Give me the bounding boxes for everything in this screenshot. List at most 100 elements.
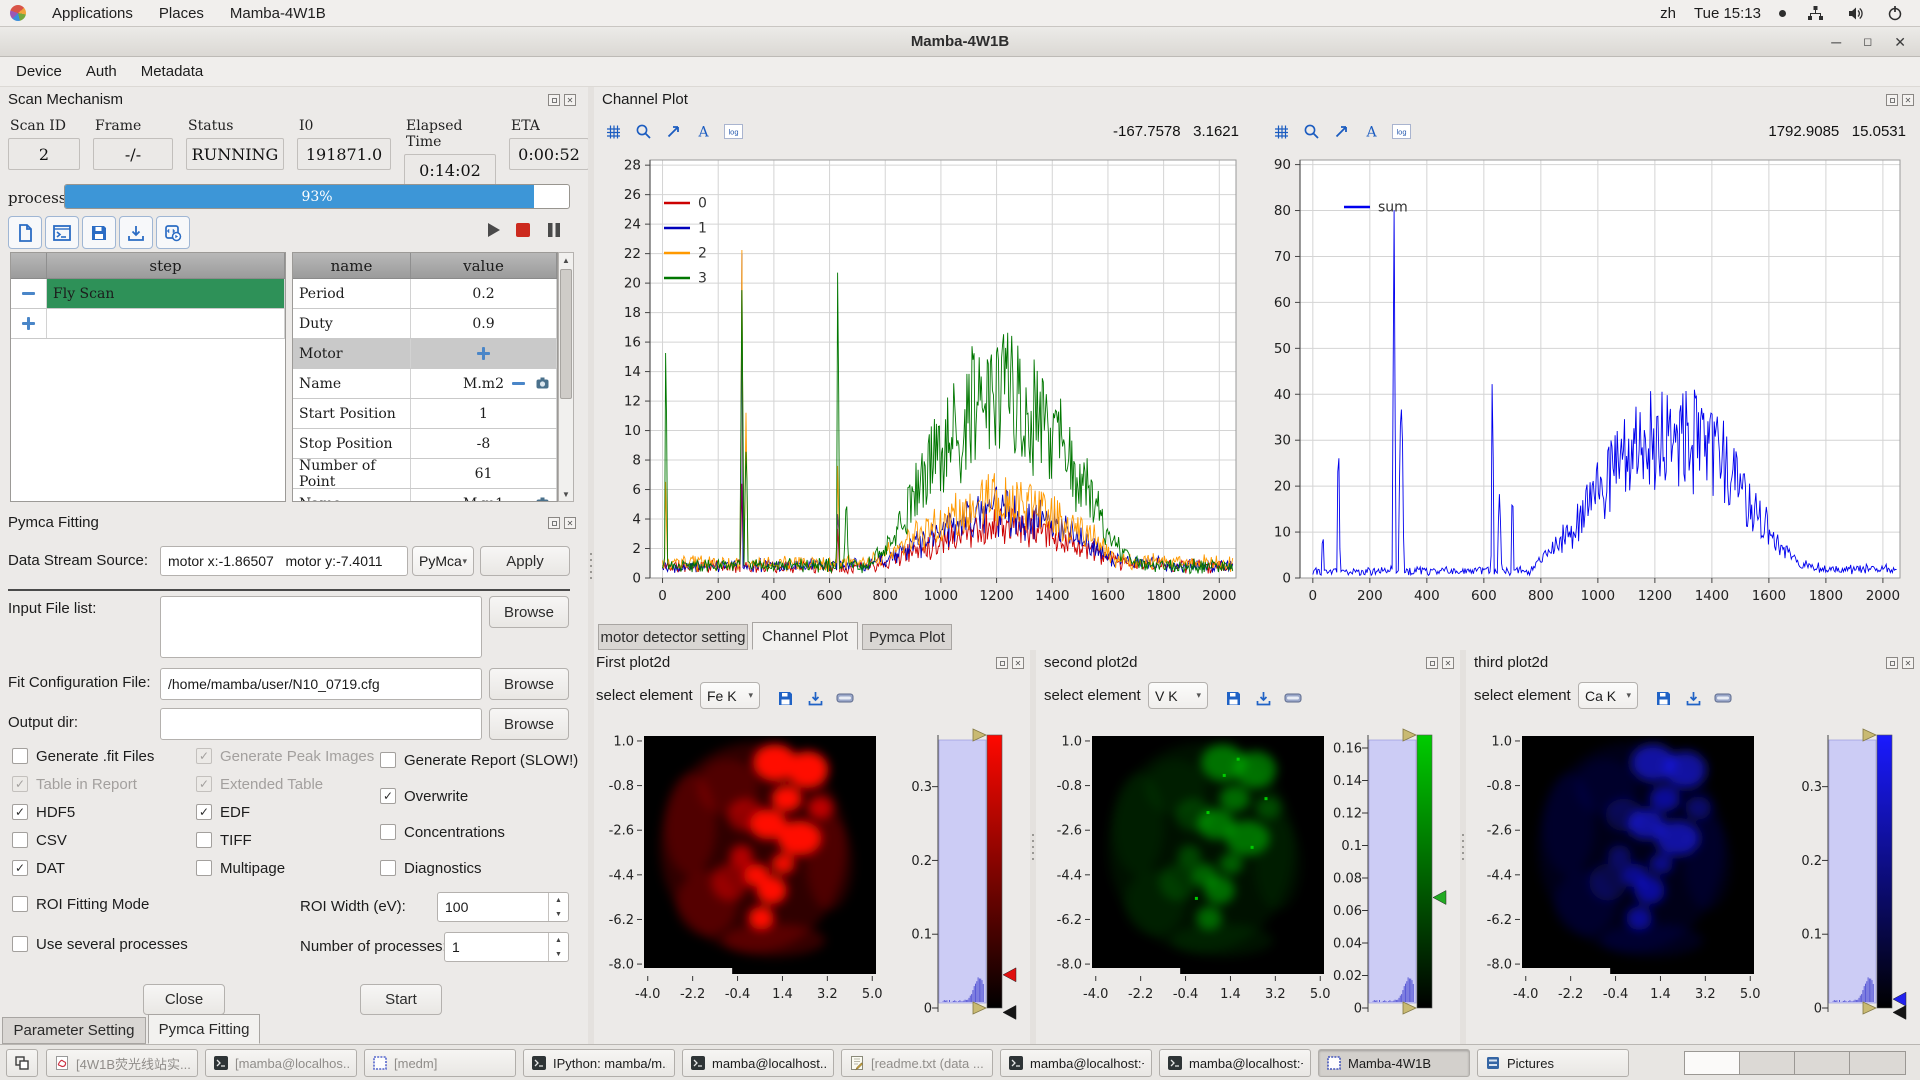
param-value-cell[interactable]: 0.9	[411, 309, 557, 338]
element-select[interactable]: V K▾	[1148, 682, 1208, 709]
roi-fitting-mode-checkbox[interactable]: ROI Fitting Mode	[12, 894, 149, 914]
taskbar-item-6[interactable]: mamba@localhost:~	[1000, 1049, 1152, 1077]
scroll-down-icon[interactable]: ▼	[559, 487, 573, 501]
param-value-cell[interactable]: 0.2	[411, 279, 557, 308]
network-icon[interactable]	[1804, 2, 1826, 24]
taskbar-item-3[interactable]: IPython: mamba/m...	[523, 1049, 675, 1077]
scrollbar-thumb[interactable]	[560, 269, 572, 399]
taskbar-item-7[interactable]: mamba@localhost:~	[1159, 1049, 1311, 1077]
tab-parameter-setting[interactable]: Parameter Setting	[2, 1017, 146, 1044]
taskbar-item-8[interactable]: Mamba-4W1B	[1318, 1049, 1470, 1077]
close-button[interactable]: ✕	[1894, 35, 1906, 49]
close-panel-button[interactable]: ✕	[1902, 94, 1914, 106]
workspace-1[interactable]	[1685, 1052, 1740, 1074]
fit-config-input[interactable]	[160, 668, 482, 700]
step-name-cell[interactable]: Fly Scan	[47, 279, 285, 308]
float-panel-button[interactable]	[996, 657, 1008, 669]
close-panel-button[interactable]: ✕	[1442, 657, 1454, 669]
checkbox-multipage[interactable]: Multipage	[196, 858, 285, 878]
param-row[interactable]: Number of Point61	[293, 459, 557, 489]
step-row[interactable]: Fly Scan	[11, 279, 285, 309]
param-row[interactable]: Duty0.9	[293, 309, 557, 339]
close-panel-button[interactable]: ✕	[1902, 657, 1914, 669]
zoom-button[interactable]	[1300, 120, 1322, 142]
float-panel-button[interactable]	[1426, 657, 1438, 669]
param-row[interactable]: Start Position1	[293, 399, 557, 429]
menu-auth[interactable]: Auth	[76, 59, 127, 84]
menu-metadata[interactable]: Metadata	[131, 59, 214, 84]
taskbar-item-2[interactable]: [medm]	[364, 1049, 516, 1077]
plot2d-body[interactable]: 1.0-0.8-2.6-4.4-6.2-8.0-4.0-2.2-0.41.43.…	[588, 716, 1030, 1044]
applications-menu[interactable]: Applications	[52, 5, 133, 22]
start-fitting-button[interactable]: Start	[360, 984, 442, 1015]
menu-device[interactable]: Device	[6, 59, 72, 84]
param-row[interactable]: Period0.2	[293, 279, 557, 309]
autoscale-button[interactable]: A	[692, 120, 714, 142]
scroll-up-icon[interactable]: ▲	[559, 253, 573, 267]
plot2d-body[interactable]: 1.0-0.8-2.6-4.4-6.2-8.0-4.0-2.2-0.41.43.…	[1466, 716, 1920, 1044]
param-row[interactable]: NameM.m1	[293, 489, 557, 502]
workspace-3[interactable]	[1795, 1052, 1850, 1074]
zoom-button[interactable]	[632, 120, 654, 142]
window-title-bar[interactable]: Mamba-4W1B ─ ◻ ✕	[0, 27, 1920, 57]
spin-up-icon[interactable]: ▲	[549, 893, 568, 907]
taskbar-item-5[interactable]: [readme.txt (data ...	[841, 1049, 993, 1077]
checkbox-overwrite[interactable]: ✓Overwrite	[380, 786, 468, 806]
checkbox-tiff[interactable]: TIFF	[196, 830, 252, 850]
tab-pymca-fitting[interactable]: Pymca Fitting	[148, 1014, 260, 1044]
places-menu[interactable]: Places	[159, 5, 204, 22]
param-table-scrollbar[interactable]: ▲ ▼	[558, 252, 574, 502]
param-value-cell[interactable]: M.m2	[411, 369, 557, 398]
stop-button[interactable]	[512, 219, 534, 241]
minimize-button[interactable]: ─	[1831, 35, 1841, 49]
data-stream-input[interactable]	[160, 546, 408, 576]
clock[interactable]: Tue 15:13	[1694, 5, 1761, 22]
plot2d-splitter[interactable]	[1460, 650, 1466, 1044]
browse-fit-config-button[interactable]: Browse	[489, 668, 569, 700]
volume-icon[interactable]	[1844, 2, 1866, 24]
applications-menu-icon[interactable]	[10, 5, 26, 21]
param-value-cell[interactable]: 61	[411, 459, 557, 488]
spin-up-icon[interactable]: ▲	[549, 933, 568, 947]
param-value-cell[interactable]: 1	[411, 399, 557, 428]
checkbox-generate-fit-files[interactable]: Generate .fit Files	[12, 746, 154, 766]
close-panel-button[interactable]: ✕	[564, 94, 576, 106]
num-processes-spinner[interactable]: ▲▼	[444, 932, 569, 962]
play-button[interactable]	[482, 219, 504, 241]
apply-button[interactable]: Apply	[480, 546, 570, 576]
channel-plot-left[interactable]: 0200400600800100012001400160018002000024…	[596, 150, 1252, 622]
import-button[interactable]	[119, 216, 153, 249]
add-motor-icon[interactable]	[477, 347, 490, 360]
colormap-button[interactable]	[1282, 687, 1304, 709]
float-panel-button[interactable]	[1886, 657, 1898, 669]
grid-toggle-button[interactable]	[1270, 120, 1292, 142]
engine-select[interactable]: PyMca▾	[412, 546, 474, 576]
taskbar-item-1[interactable]: [mamba@localhos...	[205, 1049, 357, 1077]
param-row[interactable]: Stop Position-8	[293, 429, 557, 459]
roi-width-spinner[interactable]: ▲▼	[437, 892, 569, 922]
pause-button[interactable]	[543, 219, 565, 241]
close-panel-button[interactable]: ✕	[1012, 657, 1024, 669]
console-button[interactable]	[45, 216, 79, 249]
workspace-4[interactable]	[1850, 1052, 1905, 1074]
element-select[interactable]: Ca K▾	[1578, 682, 1638, 709]
close-panel-button[interactable]: ✕	[564, 517, 576, 529]
plot2d-body[interactable]: 1.0-0.8-2.6-4.4-6.2-8.0-4.0-2.2-0.41.43.…	[1036, 716, 1460, 1044]
colormap-button[interactable]	[1712, 687, 1734, 709]
export-button[interactable]	[1252, 687, 1274, 709]
export-button[interactable]	[1682, 687, 1704, 709]
input-file-list-textarea[interactable]	[160, 596, 482, 658]
param-value-cell[interactable]: -8	[411, 429, 557, 458]
pan-button[interactable]	[662, 120, 684, 142]
grid-toggle-button[interactable]	[602, 120, 624, 142]
workspace-2[interactable]	[1740, 1052, 1795, 1074]
save-button[interactable]	[1652, 687, 1674, 709]
taskbar-item-9[interactable]: Pictures	[1477, 1049, 1629, 1077]
add-step-icon[interactable]	[22, 317, 35, 330]
checkbox-hdf5[interactable]: ✓HDF5	[12, 802, 75, 822]
remove-motor-icon[interactable]	[512, 382, 525, 385]
spin-down-icon[interactable]: ▼	[549, 947, 568, 961]
power-icon[interactable]	[1884, 2, 1906, 24]
run-script-button[interactable]	[156, 216, 190, 249]
browse-input-files-button[interactable]: Browse	[489, 596, 569, 628]
